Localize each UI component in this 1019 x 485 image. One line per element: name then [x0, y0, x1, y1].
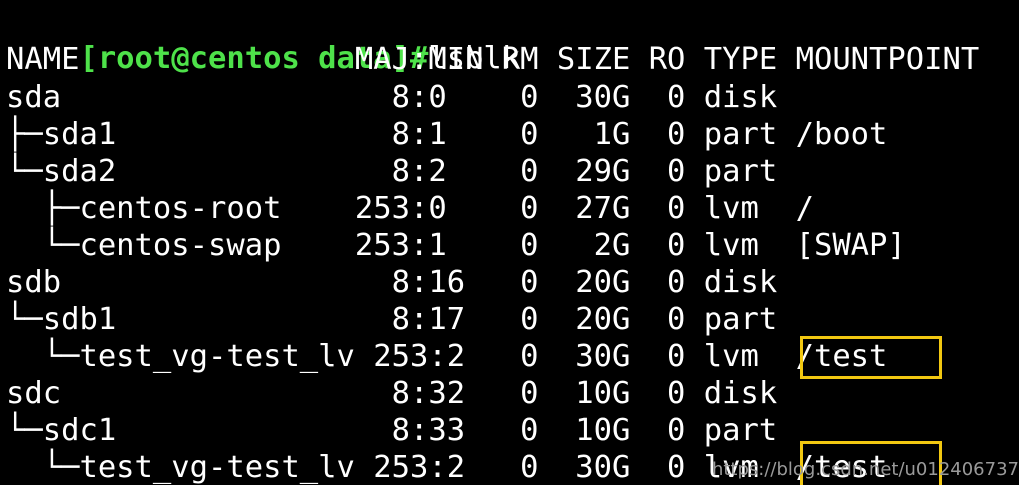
watermark-text: https://blog.csdn.net/u012406737 [711, 459, 1019, 480]
output-header: NAME MAJ:MIN RM SIZE RO TYPE MOUNTPOINT [6, 42, 980, 77]
output-row-centos-swap: └─centos-swap 253:1 0 2G 0 lvm [SWAP] [6, 228, 906, 263]
prompt-line: [root@centos data]#lsblk [6, 3, 520, 76]
output-row-sda2: └─sda2 8:2 0 29G 0 part [6, 154, 778, 189]
output-row-sda: sda 8:0 0 30G 0 disk [6, 80, 778, 115]
output-row-sdc: sdc 8:32 0 10G 0 disk [6, 376, 778, 411]
output-row-sda1: ├─sda1 8:1 0 1G 0 part /boot [6, 117, 888, 152]
terminal-window[interactable]: [root@centos data]#lsblk NAME MAJ:MIN RM… [0, 0, 1019, 485]
highlight-box-test-mount-1 [800, 336, 942, 379]
output-row-sdb1: └─sdb1 8:17 0 20G 0 part [6, 302, 778, 337]
output-row-sdc1: └─sdc1 8:33 0 10G 0 part [6, 413, 778, 448]
output-row-sdb: sdb 8:16 0 20G 0 disk [6, 265, 778, 300]
output-row-centos-root: ├─centos-root 253:0 0 27G 0 lvm / [6, 191, 814, 226]
output-row-lv-on-sdb1: └─test_vg-test_lv 253:2 0 30G 0 lvm /tes… [6, 339, 888, 374]
